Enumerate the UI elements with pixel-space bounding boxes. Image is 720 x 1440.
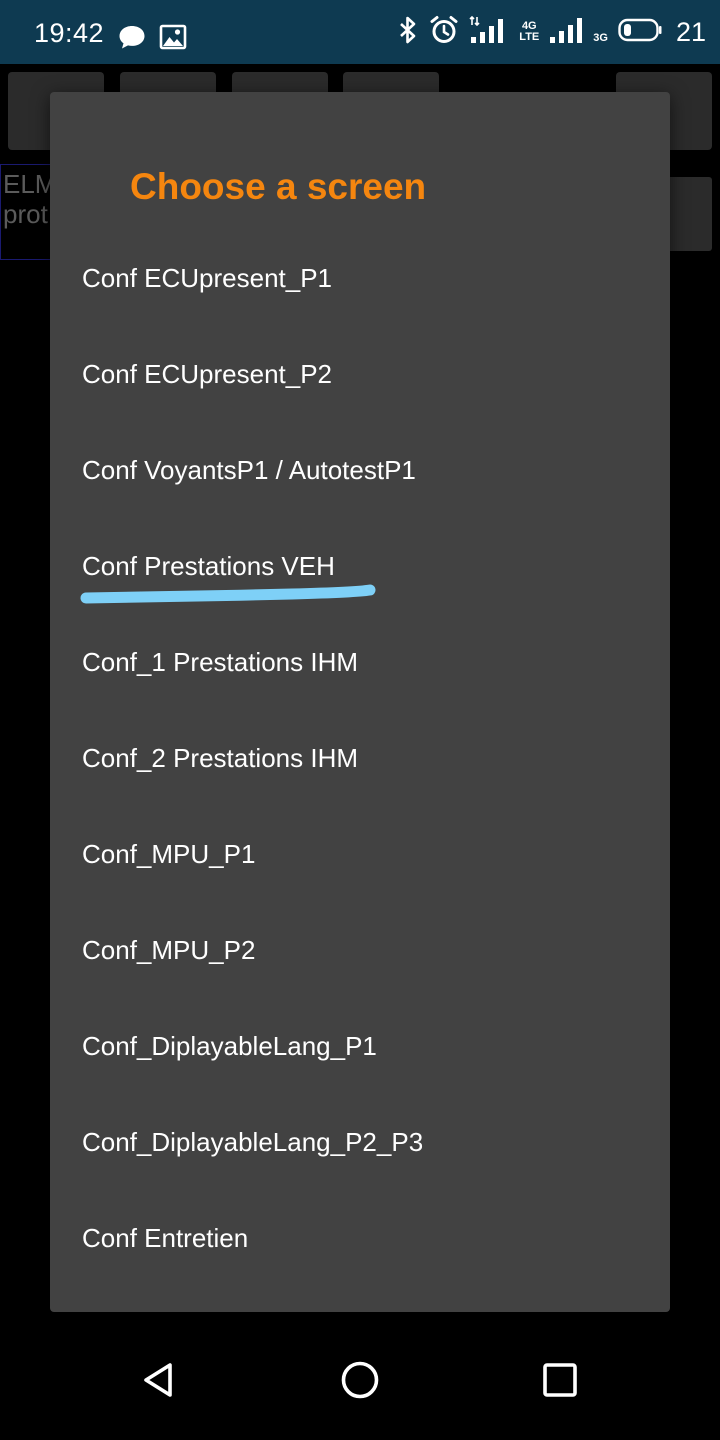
image-icon: [159, 24, 187, 55]
screen-list-item[interactable]: Conf_2 Prestations IHM: [50, 710, 670, 806]
bluetooth-icon: [397, 16, 419, 49]
screen-list-item[interactable]: Conf_1 Prestations IHM: [50, 614, 670, 710]
battery-level: 21: [675, 16, 706, 47]
battery-icon: [618, 18, 662, 47]
screen-list-item[interactable]: Conf Entretien: [50, 1190, 670, 1286]
status-bar: 19:42 4G LTE 3G 21: [0, 0, 720, 64]
network-type-3g: 3G: [593, 31, 608, 44]
choose-screen-dialog: Choose a screen Conf ECUpresent_P1 Conf …: [50, 92, 670, 1312]
screen-list-item[interactable]: Conf ECUpresent_P2: [50, 326, 670, 422]
dialog-title: Choose a screen: [130, 166, 427, 207]
recents-icon[interactable]: [536, 1356, 584, 1404]
alarm-icon: [429, 15, 459, 50]
screen-list: Conf ECUpresent_P1 Conf ECUpresent_P2 Co…: [50, 230, 670, 1286]
screen-list-item[interactable]: Conf ECUpresent_P1: [50, 230, 670, 326]
status-icons: 4G LTE 3G 21: [397, 14, 706, 50]
network-type-4g: 4G LTE: [519, 20, 540, 43]
navigation-bar: [0, 1320, 720, 1440]
back-icon[interactable]: [136, 1356, 184, 1404]
status-time: 19:42: [34, 18, 105, 48]
screen-list-item[interactable]: Conf_DiplayableLang_P2_P3: [50, 1094, 670, 1190]
screen-list-item[interactable]: Conf VoyantsP1 / AutotestP1: [50, 422, 670, 518]
signal-icon: [469, 15, 509, 50]
home-icon[interactable]: [336, 1356, 384, 1404]
chat-bubble-icon: [118, 24, 146, 55]
screen-list-item[interactable]: Conf_MPU_P1: [50, 806, 670, 902]
highlight-underline: [80, 584, 376, 604]
screen-list-item[interactable]: Conf_MPU_P2: [50, 902, 670, 998]
signal-icon: [549, 15, 583, 50]
screen-list-item-highlighted[interactable]: Conf Prestations VEH: [50, 518, 670, 614]
screen-list-item[interactable]: Conf_DiplayableLang_P1: [50, 998, 670, 1094]
